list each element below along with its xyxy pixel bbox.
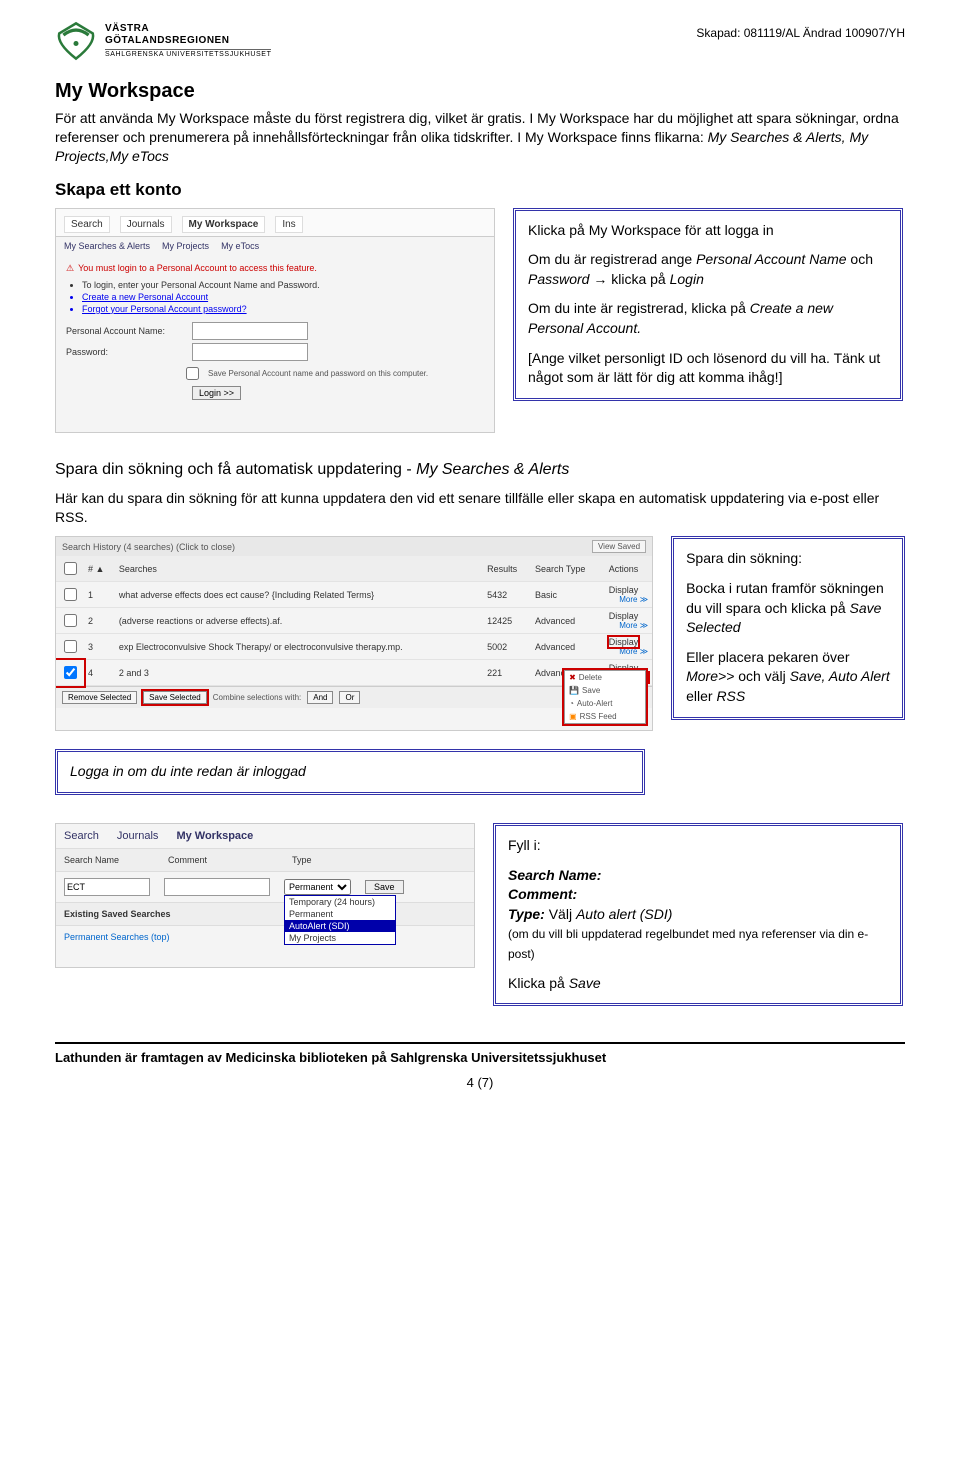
table-row: 42 and 3221Advanced DisplayMore ≫ xyxy=(56,660,652,686)
subsection-create-account: Skapa ett konto xyxy=(55,180,905,200)
link-forgot-password[interactable]: Forgot your Personal Account password? xyxy=(82,304,484,314)
combine-or-button[interactable]: Or xyxy=(339,691,360,704)
combine-and-button[interactable]: And xyxy=(307,691,333,704)
col-comment: Comment xyxy=(168,855,278,865)
footer-credit: Lathunden är framtagen av Medicinska bib… xyxy=(55,1050,905,1065)
alert-icon: ◔ xyxy=(569,699,574,708)
more-link[interactable]: More ≫ xyxy=(609,647,648,656)
label-remember: Save Personal Account name and password … xyxy=(208,369,428,378)
callout-login-instructions: Klicka på My Workspace för att logga in … xyxy=(513,208,903,401)
tab-journals[interactable]: Journals xyxy=(120,216,172,233)
dd-rss[interactable]: RSS Feed xyxy=(580,712,617,721)
section-title-workspace: My Workspace xyxy=(55,80,905,103)
warning-icon: ⚠ xyxy=(66,263,74,274)
dd-save[interactable]: Save xyxy=(582,686,600,695)
table-row: 2(adverse reactions or adverse effects).… xyxy=(56,608,652,634)
screenshot-login: Search Journals My Workspace Ins My Sear… xyxy=(55,208,495,433)
link-create-account[interactable]: Create a new Personal Account xyxy=(82,292,484,302)
save-selected-button[interactable]: Save Selected xyxy=(143,691,207,704)
col-results: Results xyxy=(483,556,531,582)
subtab-my-projects[interactable]: My Projects xyxy=(162,241,209,251)
screenshot-search-history: Search History (4 searches) (Click to cl… xyxy=(55,536,653,731)
row-checkbox[interactable] xyxy=(64,614,77,627)
page-number: 4 (7) xyxy=(55,1075,905,1090)
subtab-my-etocs[interactable]: My eTocs xyxy=(221,241,259,251)
callout-save-search: Spara din sökning: Bocka i rutan framför… xyxy=(671,536,905,719)
input-search-name[interactable] xyxy=(64,878,150,896)
existing-searches-label: Existing Saved Searches xyxy=(64,909,171,919)
tab-my-workspace[interactable]: My Workspace xyxy=(182,216,266,233)
row-checkbox[interactable] xyxy=(64,666,77,679)
input-comment[interactable] xyxy=(164,878,270,896)
section-title-save-search: Spara din sökning och få automatisk uppd… xyxy=(55,461,905,479)
vgr-logo-icon xyxy=(55,20,97,62)
col-type: Search Type xyxy=(531,556,605,582)
screenshot-save-form: Search Journals My Workspace Search Name… xyxy=(55,823,475,968)
input-password[interactable] xyxy=(192,343,308,361)
dd-autoalert[interactable]: Auto-Alert xyxy=(577,699,613,708)
label-password: Password: xyxy=(66,347,186,357)
tab-search[interactable]: Search xyxy=(64,216,110,233)
subtab-searches-alerts[interactable]: My Searches & Alerts xyxy=(64,241,150,251)
permanent-searches-link[interactable]: Permanent Searches (top) xyxy=(64,932,170,942)
combine-label: Combine selections with: xyxy=(213,693,301,702)
col-type: Type xyxy=(292,855,312,865)
display-link[interactable]: Display xyxy=(609,611,639,621)
opt-temporary[interactable]: Temporary (24 hours) xyxy=(285,896,395,908)
callout-login-reminder: Logga in om du inte redan är inloggad xyxy=(55,749,645,795)
callout-fill-in: Fyll i: Search Name: Comment: Type: Välj… xyxy=(493,823,903,1006)
col-number: # ▲ xyxy=(84,556,115,582)
more-dropdown: ✖Delete 💾Save ◔Auto-Alert ▣RSS Feed xyxy=(564,670,646,724)
save-button[interactable]: Save xyxy=(365,880,404,894)
opt-permanent[interactable]: Permanent xyxy=(285,908,395,920)
org-name: VÄSTRA GÖTALANDSREGIONEN SAHLGRENSKA UNI… xyxy=(105,23,271,60)
nav-search[interactable]: Search xyxy=(64,830,99,842)
row-checkbox[interactable] xyxy=(64,640,77,653)
label-username: Personal Account Name: xyxy=(66,326,186,336)
rss-icon: ▣ xyxy=(569,712,577,721)
opt-autoalert[interactable]: AutoAlert (SDI) xyxy=(285,920,395,932)
col-search-name: Search Name xyxy=(64,855,154,865)
table-row: 3exp Electroconvulsive Shock Therapy/ or… xyxy=(56,634,652,660)
input-username[interactable] xyxy=(192,322,308,340)
login-instruction: To login, enter your Personal Account Na… xyxy=(82,280,484,290)
col-actions: Actions xyxy=(605,556,652,582)
display-link[interactable]: Display xyxy=(609,585,639,595)
select-type[interactable]: Permanent xyxy=(284,879,351,895)
view-saved-button[interactable]: View Saved xyxy=(592,540,646,553)
checkbox-remember[interactable] xyxy=(186,367,199,380)
login-warning: You must login to a Personal Account to … xyxy=(78,263,317,273)
intro-paragraph: För att använda My Workspace måste du fö… xyxy=(55,109,905,166)
save-search-intro: Här kan du spara din sökning för att kun… xyxy=(55,489,905,527)
search-history-title: Search History (4 searches) (Click to cl… xyxy=(62,542,235,552)
tab-ins[interactable]: Ins xyxy=(275,216,302,233)
nav-my-workspace[interactable]: My Workspace xyxy=(176,830,253,842)
opt-my-projects[interactable]: My Projects xyxy=(285,932,395,944)
delete-icon: ✖ xyxy=(569,673,576,682)
row-checkbox[interactable] xyxy=(64,588,77,601)
nav-journals[interactable]: Journals xyxy=(117,830,159,842)
org-logo: VÄSTRA GÖTALANDSREGIONEN SAHLGRENSKA UNI… xyxy=(55,20,271,62)
save-icon: 💾 xyxy=(569,686,579,695)
display-link[interactable]: Display xyxy=(609,637,639,647)
more-link[interactable]: More ≫ xyxy=(609,595,648,604)
remove-selected-button[interactable]: Remove Selected xyxy=(62,691,137,704)
doc-meta: Skapad: 081119/AL Ändrad 100907/YH xyxy=(696,26,905,40)
table-row: 1what adverse effects does ect cause? {I… xyxy=(56,582,652,608)
dd-delete[interactable]: Delete xyxy=(579,673,602,682)
login-button[interactable]: Login >> xyxy=(192,386,241,400)
checkbox-select-all[interactable] xyxy=(64,562,77,575)
col-searches: Searches xyxy=(115,556,483,582)
more-link[interactable]: More ≫ xyxy=(609,621,648,630)
